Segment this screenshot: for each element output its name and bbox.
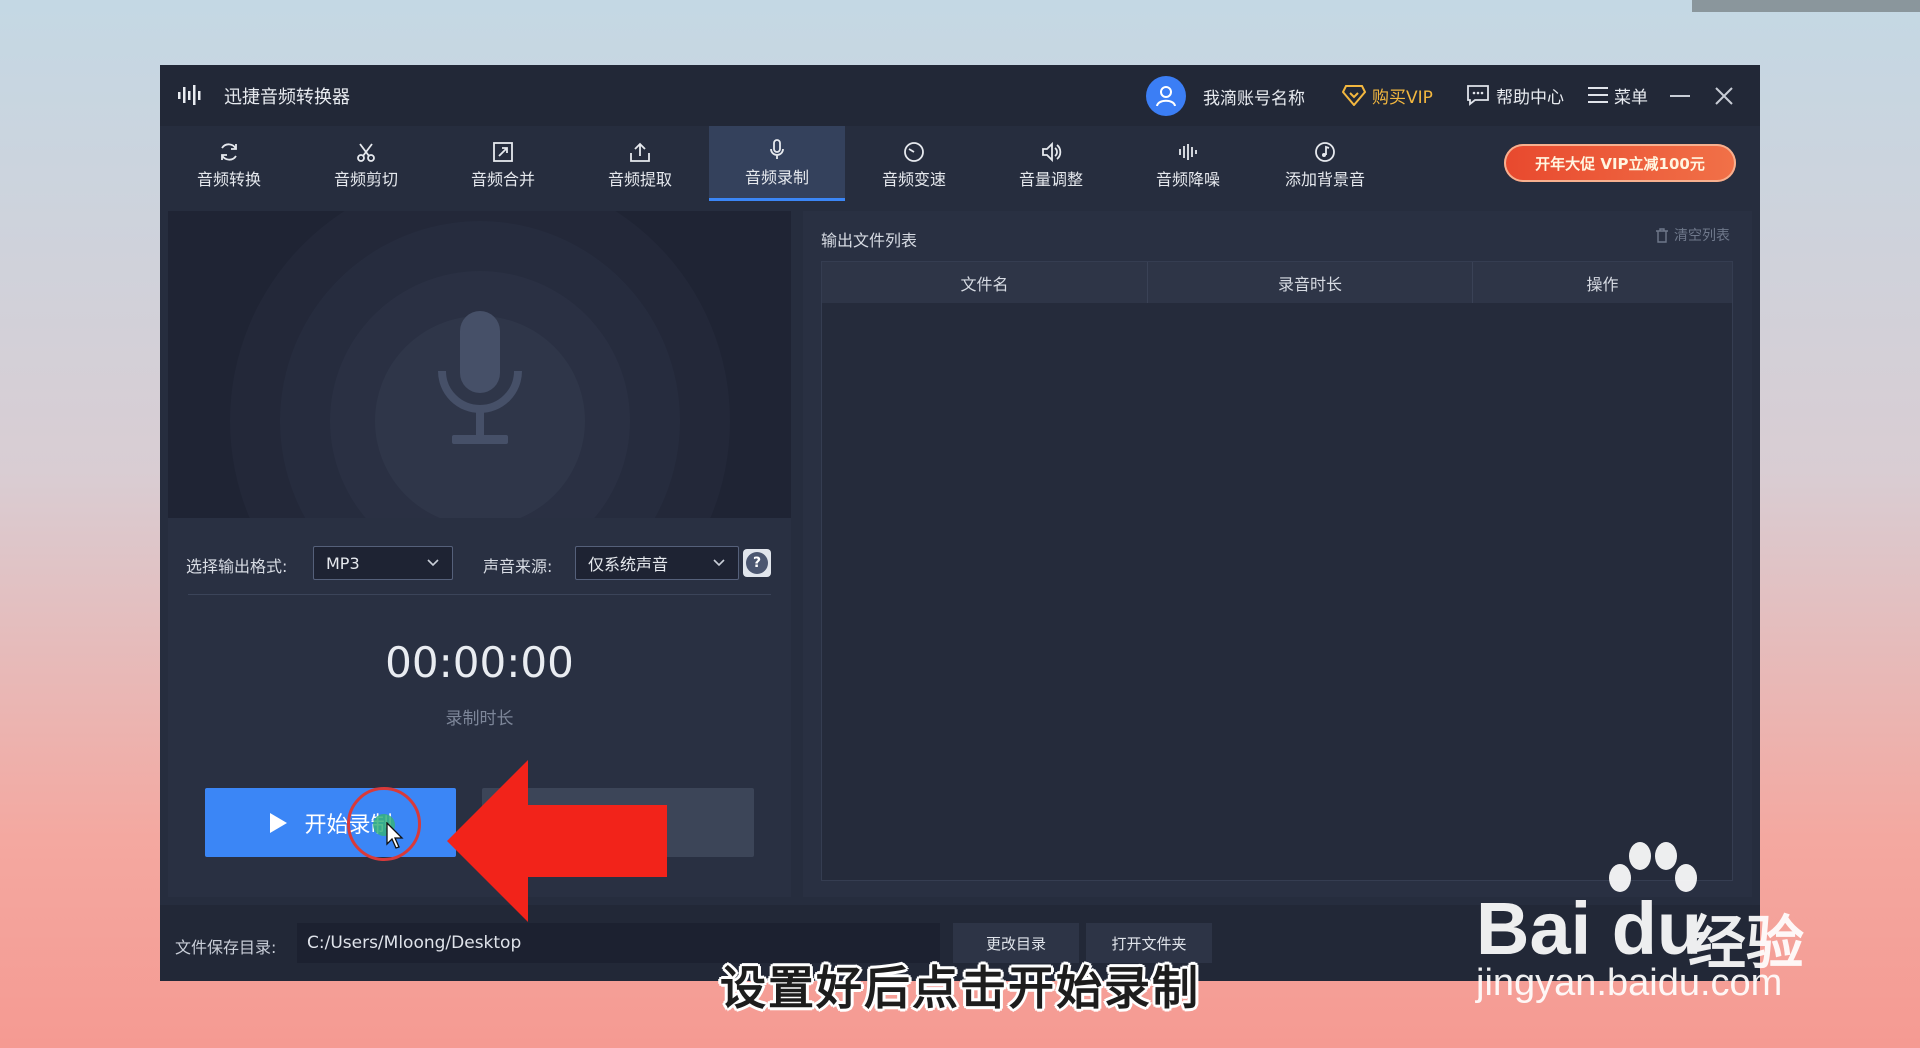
tab-label: 添加背景音	[1284, 169, 1365, 189]
chat-icon	[1467, 85, 1489, 106]
tab-label: 音频录制	[744, 168, 809, 187]
vip-diamond-icon	[1342, 85, 1366, 106]
feature-toolbar: 音频转换 音频剪切 音频合并 音频提取 音频录制 音频变速 音量调整 音频降噪	[160, 126, 1760, 201]
column-filename: 文件名	[822, 262, 1148, 303]
question-icon: ?	[746, 552, 768, 574]
play-icon	[270, 812, 288, 833]
format-value: MP3	[326, 553, 360, 573]
source-help-button[interactable]: ?	[743, 549, 771, 577]
tab-label: 音频合并	[470, 169, 535, 189]
column-duration: 录音时长	[1148, 262, 1473, 303]
tab-label: 音频变速	[881, 169, 946, 189]
close-icon[interactable]	[1713, 85, 1735, 107]
tab-add-bgm[interactable]: 添加背景音	[1257, 126, 1393, 201]
tab-audio-record[interactable]: 音频录制	[709, 126, 845, 201]
menu-button[interactable]: 菜单	[1588, 80, 1648, 110]
buy-vip-label: 购买VIP	[1372, 87, 1433, 108]
waveform-icon	[1177, 138, 1199, 166]
tab-audio-extract[interactable]: 音频提取	[572, 126, 708, 201]
speed-icon	[903, 138, 925, 166]
app-logo-icon	[176, 80, 206, 110]
music-icon	[1314, 138, 1336, 166]
help-center-label: 帮助中心	[1496, 87, 1564, 108]
volume-icon	[1040, 138, 1062, 166]
promo-banner[interactable]: 开年大促 VIP立减100元	[1504, 144, 1736, 182]
upload-icon	[629, 138, 651, 166]
chevron-down-icon	[427, 559, 439, 567]
microphone-icon	[438, 311, 522, 444]
click-ring	[347, 787, 421, 861]
mic-icon	[766, 136, 788, 164]
minimize-icon[interactable]	[1670, 95, 1690, 97]
red-pointer-arrow	[447, 760, 667, 922]
merge-icon	[492, 138, 514, 166]
tab-volume-adjust[interactable]: 音量调整	[983, 126, 1119, 201]
trash-icon	[1656, 227, 1668, 243]
format-select[interactable]: MP3	[313, 546, 453, 580]
mouse-cursor-icon	[386, 822, 404, 849]
video-subtitle: 设置好后点击开始录制	[720, 961, 1200, 1015]
user-avatar-icon[interactable]	[1146, 76, 1186, 116]
help-center-button[interactable]: 帮助中心	[1466, 80, 1564, 110]
divider	[188, 594, 771, 595]
tab-label: 音频剪切	[333, 169, 398, 189]
buy-vip-button[interactable]: 购买VIP	[1342, 80, 1433, 110]
hamburger-icon	[1588, 87, 1608, 103]
refresh-icon	[218, 138, 240, 166]
tab-audio-cut[interactable]: 音频剪切	[298, 126, 434, 201]
background-window-strip	[1692, 0, 1920, 12]
chevron-down-icon	[713, 559, 725, 567]
tab-audio-convert[interactable]: 音频转换	[161, 126, 297, 201]
title-bar: 迅捷音频转换器 我滴账号名称 购买VIP 帮助中心 菜单	[160, 65, 1760, 126]
scissors-icon	[355, 138, 377, 166]
tab-label: 音频转换	[196, 169, 261, 189]
clear-list-label: 清空列表	[1674, 228, 1730, 244]
tab-noise-reduce[interactable]: 音频降噪	[1120, 126, 1256, 201]
app-title: 迅捷音频转换器	[224, 87, 350, 108]
account-name[interactable]: 我滴账号名称	[1203, 84, 1305, 109]
tab-label: 音频提取	[607, 169, 672, 189]
tab-audio-merge[interactable]: 音频合并	[435, 126, 571, 201]
output-panel: 输出文件列表 清空列表 文件名 录音时长 操作	[803, 211, 1752, 897]
tab-label: 音量调整	[1018, 169, 1083, 189]
source-select[interactable]: 仅系统声音	[575, 546, 739, 580]
tab-audio-speed[interactable]: 音频变速	[846, 126, 982, 201]
record-timer: 00:00:00	[385, 638, 574, 687]
tab-label: 音频降噪	[1155, 169, 1220, 189]
clear-list-button[interactable]: 清空列表	[1655, 225, 1730, 245]
column-actions: 操作	[1586, 274, 1619, 294]
record-timer-label: 录制时长	[445, 709, 514, 729]
source-label: 声音来源:	[483, 557, 553, 576]
output-list-title: 输出文件列表	[821, 231, 918, 250]
source-value: 仅系统声音	[588, 555, 669, 574]
output-table: 文件名 录音时长 操作	[821, 261, 1733, 881]
mic-visualizer	[168, 211, 791, 518]
table-header: 文件名 录音时长 操作	[822, 262, 1732, 303]
menu-label: 菜单	[1614, 87, 1648, 108]
format-label: 选择输出格式:	[186, 557, 288, 576]
